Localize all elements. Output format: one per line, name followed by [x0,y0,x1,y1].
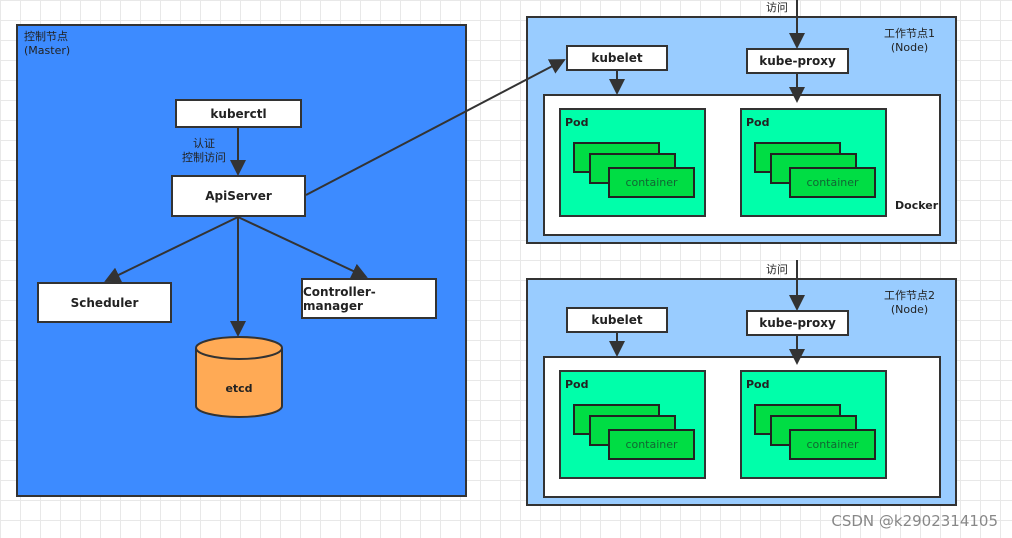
apiserver-box: ApiServer [171,175,306,217]
container-label: container [806,438,859,451]
watermark: CSDN @k2902314105 [831,512,998,530]
master-node [16,24,467,497]
pod: Pod container [559,370,706,479]
container-label: container [806,176,859,189]
pod: Pod container [740,108,887,217]
worker-node-title: 工作节点2 (Node) [884,289,935,316]
container-label: container [625,438,678,451]
master-title: 控制节点 (Master) [24,30,71,57]
auth-label: 认证 控制访问 [182,137,226,164]
container-box: container [789,429,876,460]
container-box: container [608,429,695,460]
kubelet-box: kubelet [566,45,668,71]
container-box: container [608,167,695,198]
pod-label: Pod [565,378,589,391]
container-label: container [625,176,678,189]
controller-manager-box: Controller-manager [301,278,437,319]
kube-proxy-box: kube-proxy [746,48,849,74]
scheduler-box: Scheduler [37,282,172,323]
kuberctl-box: kuberctl [175,99,302,128]
kubelet-box: kubelet [566,307,668,333]
pod-label: Pod [746,378,770,391]
pod-label: Pod [746,116,770,129]
access-label: 访问 [766,1,788,14]
worker-node-title: 工作节点1 (Node) [884,27,935,54]
container-box: container [789,167,876,198]
docker-label: Docker [895,199,939,212]
kube-proxy-box: kube-proxy [746,310,849,336]
pod: Pod container [740,370,887,479]
pod: Pod container [559,108,706,217]
access-label: 访问 [766,263,788,276]
etcd-label: etcd [225,382,253,395]
pod-label: Pod [565,116,589,129]
etcd-cylinder: etcd [195,336,283,418]
